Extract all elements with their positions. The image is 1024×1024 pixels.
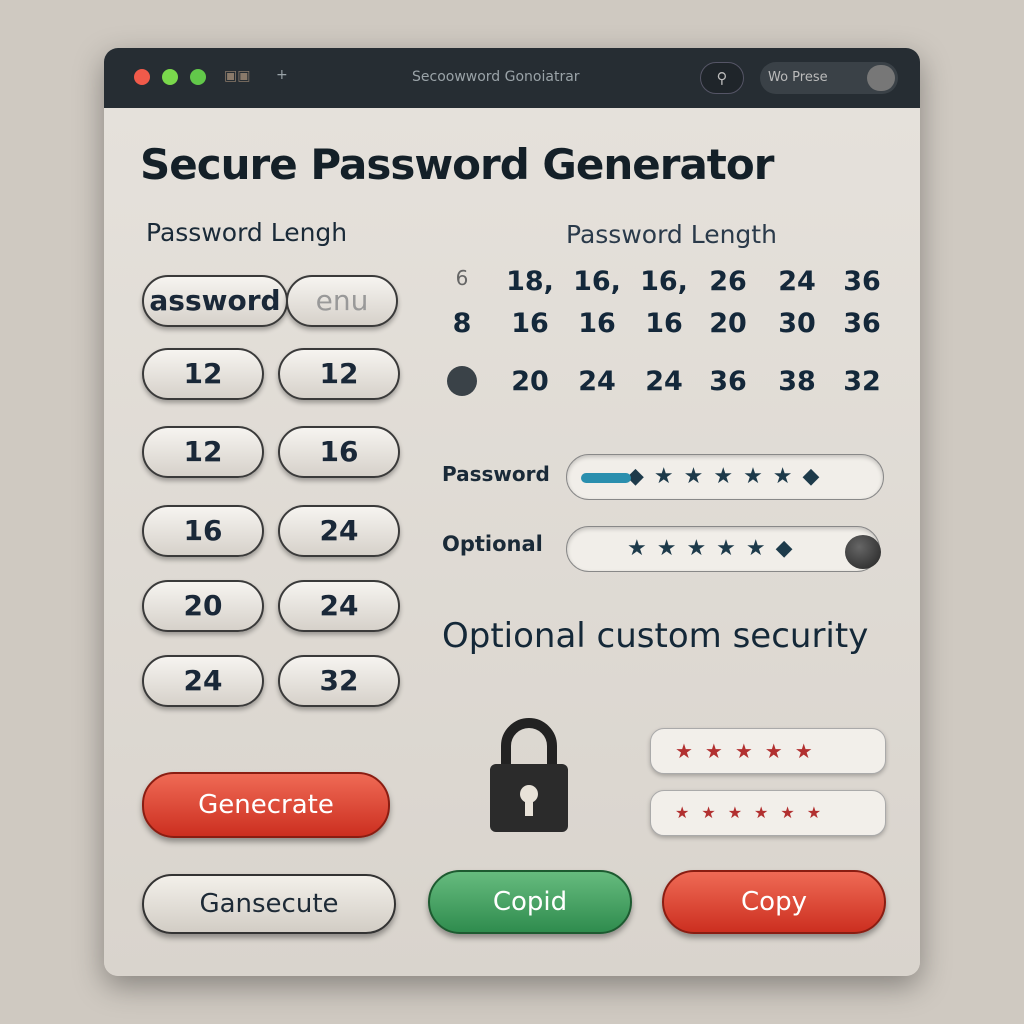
length-option[interactable]: 16: [278, 426, 400, 478]
tab-icons[interactable]: ▣▣: [224, 68, 250, 84]
length-label-left: Password Lengh: [146, 218, 348, 247]
length-option[interactable]: 32: [278, 655, 400, 707]
optional-label: Optional: [442, 532, 543, 556]
length-value[interactable]: 32: [832, 366, 892, 397]
length-option[interactable]: 12: [142, 348, 264, 400]
length-option[interactable]: 16: [142, 505, 264, 557]
length-value[interactable]: 16: [567, 308, 627, 339]
length-value[interactable]: 24: [634, 366, 694, 397]
length-value[interactable]: 30: [767, 308, 827, 339]
new-tab-icon[interactable]: +: [276, 67, 288, 83]
length-option[interactable]: 24: [278, 505, 400, 557]
length-value[interactable]: [432, 366, 492, 403]
length-value[interactable]: 24: [767, 266, 827, 297]
length-value[interactable]: 36: [832, 266, 892, 297]
length-value[interactable]: 6: [432, 266, 492, 290]
lock-icon: [490, 718, 568, 832]
close-icon[interactable]: [134, 69, 150, 85]
password-field[interactable]: ◆★★★★★◆: [566, 454, 884, 500]
optional-field[interactable]: ★★★★★◆: [566, 526, 881, 572]
length-option[interactable]: assword: [142, 275, 288, 327]
length-option[interactable]: 24: [142, 655, 264, 707]
copy-button[interactable]: Copy: [662, 870, 886, 934]
length-option[interactable]: 20: [142, 580, 264, 632]
length-value[interactable]: 20: [500, 366, 560, 397]
length-value[interactable]: 16: [634, 308, 694, 339]
page-title: Secure Password Generator: [140, 140, 774, 189]
strength-indicator: [581, 473, 631, 483]
length-value[interactable]: 8: [432, 308, 492, 339]
copid-button[interactable]: Copid: [428, 870, 632, 934]
optional-value: ★★★★★◆: [627, 536, 803, 561]
toggle-knob: [867, 65, 895, 91]
app-window: ▣▣ + Secoowword Gonoiatrar ⚲ Wo Prese Se…: [104, 48, 920, 976]
toggle-switch[interactable]: Wo Prese: [760, 62, 898, 94]
length-option[interactable]: enu: [286, 275, 398, 327]
minimize-icon[interactable]: [162, 69, 178, 85]
length-value[interactable]: 18,: [500, 266, 560, 297]
password-label: Password: [442, 462, 550, 486]
length-option[interactable]: 12: [278, 348, 400, 400]
stars-field[interactable]: ★★★★★★: [650, 790, 886, 836]
password-value: ◆★★★★★◆: [627, 464, 830, 489]
window-title: Secoowword Gonoiatrar: [412, 69, 580, 85]
maximize-icon[interactable]: [190, 69, 206, 85]
toggle-label: Wo Prese: [768, 70, 828, 85]
length-value[interactable]: 36: [832, 308, 892, 339]
length-option[interactable]: 24: [278, 580, 400, 632]
length-value[interactable]: 26: [698, 266, 758, 297]
title-bar: ▣▣ + Secoowword Gonoiatrar ⚲ Wo Prese: [104, 48, 920, 108]
custom-security-heading: Optional custom security: [442, 616, 869, 656]
length-value[interactable]: 20: [698, 308, 758, 339]
length-value[interactable]: 38: [767, 366, 827, 397]
generate-button[interactable]: Genecrate: [142, 772, 390, 838]
length-value[interactable]: 36: [698, 366, 758, 397]
search-button[interactable]: ⚲: [700, 62, 744, 94]
radio-dot[interactable]: [447, 366, 477, 396]
length-value[interactable]: 16,: [567, 266, 627, 297]
execute-button[interactable]: Gansecute: [142, 874, 396, 934]
slider-knob[interactable]: [845, 535, 881, 569]
length-value[interactable]: 16: [500, 308, 560, 339]
stars-field[interactable]: ★★★★★: [650, 728, 886, 774]
length-label-right: Password Length: [566, 220, 777, 249]
search-icon: ⚲: [716, 69, 728, 87]
length-option[interactable]: 12: [142, 426, 264, 478]
length-value[interactable]: 16,: [634, 266, 694, 297]
length-value[interactable]: 24: [567, 366, 627, 397]
